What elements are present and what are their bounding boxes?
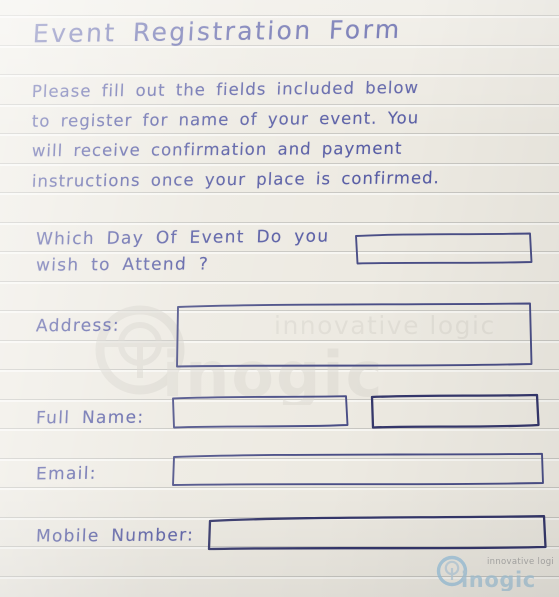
intro-line: will receive confirmation and payment bbox=[31, 138, 403, 161]
rule-line bbox=[0, 133, 559, 136]
svg-text:innovative logic: innovative logic bbox=[487, 557, 553, 567]
full-name-last-input[interactable] bbox=[369, 393, 541, 432]
svg-text:inogic: inogic bbox=[461, 568, 536, 591]
mobile-number-input[interactable] bbox=[206, 514, 550, 552]
full-name-first-input[interactable] bbox=[170, 395, 350, 431]
rule-line bbox=[0, 222, 559, 225]
intro-line: instructions once your place is confirme… bbox=[31, 168, 441, 191]
day-of-event-label-continued: wish to Attend ? bbox=[35, 254, 210, 276]
rule-line bbox=[0, 74, 559, 77]
rule-line bbox=[0, 104, 559, 107]
page-title: Event Registration Form bbox=[32, 14, 403, 49]
intro-line: to register for name of your event. You bbox=[31, 108, 420, 131]
email-label: Email: bbox=[35, 463, 98, 485]
day-of-event-label: Which Day Of Event Do you bbox=[35, 226, 330, 250]
address-label: Address: bbox=[35, 315, 121, 337]
rule-line bbox=[0, 576, 559, 579]
intro-line: Please fill out the fields included belo… bbox=[31, 77, 420, 102]
rule-line bbox=[0, 192, 559, 195]
email-input[interactable] bbox=[170, 452, 546, 488]
mobile-number-label: Mobile Number: bbox=[35, 525, 195, 547]
address-input[interactable] bbox=[174, 302, 534, 370]
full-name-label: Full Name: bbox=[35, 407, 145, 429]
notepaper-form: innovative logic inogic innovative logic… bbox=[0, 0, 559, 597]
inogic-corner-logo: innovative logic inogic bbox=[435, 547, 559, 592]
rule-line bbox=[0, 281, 559, 284]
day-of-event-input[interactable] bbox=[353, 232, 535, 266]
rule-line bbox=[0, 163, 559, 166]
